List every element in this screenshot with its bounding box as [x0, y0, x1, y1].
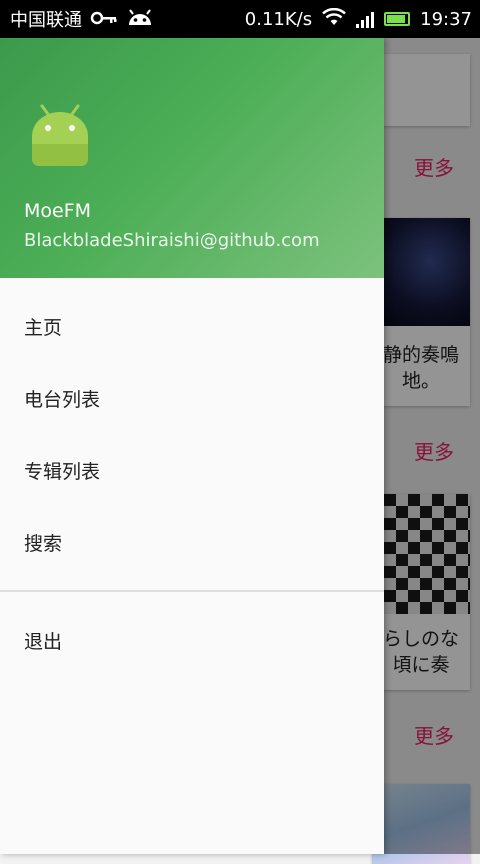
wifi-icon [322, 7, 346, 31]
menu-divider [0, 590, 384, 592]
menu-item-logout[interactable]: 退出 [0, 604, 384, 676]
menu-item-home[interactable]: 主页 [0, 290, 384, 362]
drawer-header: MoeFM BlackbladeShiraishi@github.com [0, 38, 384, 278]
menu-item-radio-list[interactable]: 电台列表 [0, 362, 384, 434]
signal-icon [356, 10, 375, 28]
android-icon [126, 7, 154, 32]
menu-item-album-list[interactable]: 专辑列表 [0, 434, 384, 506]
battery-icon [384, 12, 411, 26]
menu-item-search[interactable]: 搜索 [0, 506, 384, 578]
key-icon [90, 9, 118, 30]
network-speed: 0.11K/s [244, 8, 313, 30]
clock: 19:37 [420, 8, 472, 30]
android-logo-icon [28, 104, 92, 172]
account-email: BlackbladeShiraishi@github.com [24, 230, 320, 251]
carrier-label: 中国联通 [10, 10, 82, 31]
navigation-drawer: MoeFM BlackbladeShiraishi@github.com 主页 … [0, 38, 384, 854]
status-bar: 中国联通 0.11K/s 19:37 [0, 0, 480, 38]
app-name: MoeFM [24, 200, 92, 222]
